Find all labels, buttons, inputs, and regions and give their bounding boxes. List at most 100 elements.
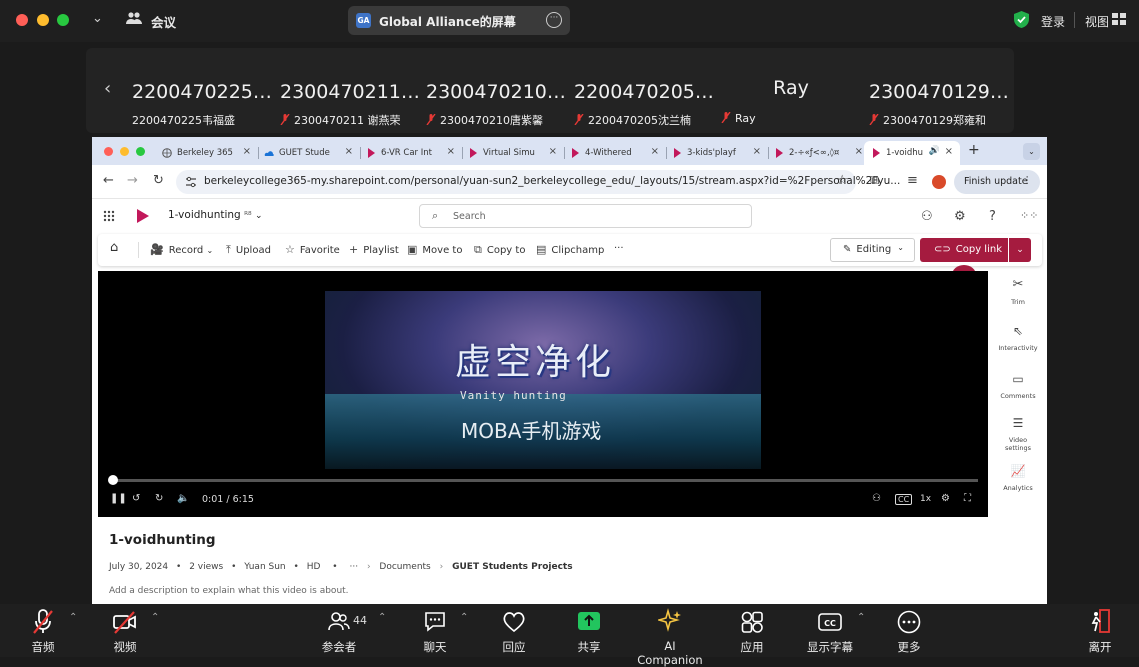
interactivity-button[interactable]: ⇖ Interactivity bbox=[989, 325, 1047, 352]
progress-handle[interactable] bbox=[108, 475, 118, 485]
browser-tab[interactable]: Berkeley 365 × bbox=[155, 141, 258, 165]
search-input[interactable]: ⌕ Search bbox=[419, 204, 752, 228]
react-button[interactable]: 回应 bbox=[499, 608, 529, 655]
breadcrumb-documents[interactable]: Documents bbox=[379, 562, 430, 572]
back-icon[interactable]: ← bbox=[103, 173, 114, 188]
speaker-icon[interactable]: 🔊 bbox=[929, 146, 940, 156]
playlist-button[interactable]: + Playlist bbox=[349, 243, 399, 256]
fullscreen-icon[interactable]: ⛶ bbox=[964, 493, 971, 504]
media-control-icon[interactable]: ≡ bbox=[907, 173, 918, 188]
apps-button[interactable]: 应用 bbox=[737, 608, 767, 655]
site-settings-icon[interactable] bbox=[185, 176, 197, 188]
trim-button[interactable]: ✂ Trim bbox=[989, 278, 1047, 306]
copy-link-button[interactable]: ⊂⊃ Copy link bbox=[920, 238, 1008, 262]
view-button[interactable]: 视图 bbox=[1085, 13, 1109, 30]
browser-tab[interactable]: 3-kids'playf × bbox=[665, 141, 768, 165]
breadcrumb-folder[interactable]: GUET Students Projects bbox=[452, 562, 572, 572]
captions-icon[interactable]: CC bbox=[895, 494, 913, 505]
comments-button[interactable]: ▭ Comments bbox=[989, 373, 1047, 400]
author-name[interactable]: Yuan Sun bbox=[244, 562, 285, 572]
stream-logo-icon[interactable] bbox=[136, 209, 149, 223]
app-launcher-icon[interactable] bbox=[103, 210, 115, 222]
playback-speed[interactable]: 1x bbox=[920, 494, 931, 504]
close-icon[interactable]: × bbox=[549, 146, 557, 157]
reload-icon[interactable]: ↻ bbox=[153, 173, 164, 188]
gear-icon[interactable]: ⚙ bbox=[941, 493, 950, 504]
editing-mode-button[interactable]: ✎ Editing ⌄ bbox=[830, 238, 915, 262]
more-options-icon[interactable]: ··· bbox=[614, 243, 624, 254]
close-window-button[interactable] bbox=[104, 147, 113, 156]
share-people-icon[interactable]: ⚇ bbox=[921, 209, 933, 224]
more-options-icon[interactable]: ··· bbox=[546, 12, 562, 28]
participant-tile[interactable]: Ray Ray bbox=[721, 48, 861, 133]
url-field[interactable]: berkeleycollege365-my.sharepoint.com/per… bbox=[176, 170, 900, 194]
share-options-dropdown[interactable]: ⌄ bbox=[1009, 238, 1031, 262]
video-player[interactable]: 虚空净化 Vanity hunting MOBA手机游戏 ❚❚ ↺ ↻ 🔈 0:… bbox=[98, 271, 988, 517]
chat-button[interactable]: 聊天 bbox=[420, 608, 450, 655]
close-icon[interactable]: × bbox=[651, 146, 659, 157]
chevron-down-icon[interactable]: ⌄ bbox=[255, 211, 263, 221]
bookmark-star-icon[interactable]: ☆ bbox=[836, 173, 848, 188]
chevron-down-icon[interactable]: ⌄ bbox=[92, 11, 103, 26]
chevron-up-icon[interactable]: ⌃ bbox=[378, 612, 386, 623]
file-title[interactable]: 1-voidhunting ᴿ⁸ ⌄ bbox=[168, 209, 263, 221]
volume-icon[interactable]: 🔈 bbox=[177, 493, 189, 504]
gear-icon[interactable]: ⚙ bbox=[954, 209, 966, 224]
clipchamp-button[interactable]: ▤ Clipchamp bbox=[536, 243, 604, 256]
chevron-up-icon[interactable]: ⌃ bbox=[460, 612, 468, 623]
copy-to-button[interactable]: ⧉ Copy to bbox=[474, 243, 525, 257]
rewind-10-icon[interactable]: ↺ bbox=[132, 493, 140, 504]
close-icon[interactable]: × bbox=[243, 146, 251, 157]
leave-meeting-button[interactable]: 离开 bbox=[1085, 608, 1115, 655]
analytics-button[interactable]: 📈 Analytics bbox=[989, 465, 1047, 492]
new-tab-button[interactable]: + bbox=[968, 142, 980, 158]
people-icon[interactable]: ⚇ bbox=[872, 493, 881, 504]
finish-update-button[interactable]: Finish update ⋮ bbox=[954, 170, 1040, 194]
more-options-icon[interactable]: ··· bbox=[349, 562, 358, 572]
help-icon[interactable]: ? bbox=[989, 209, 996, 224]
browser-tab[interactable]: Virtual Simu × bbox=[461, 141, 564, 165]
forward-10-icon[interactable]: ↻ bbox=[155, 493, 163, 504]
participant-tile[interactable]: 2200470225韦福盛 2200470225韦福盛 bbox=[132, 48, 272, 133]
video-button[interactable]: 视频 bbox=[107, 608, 143, 655]
tab-search-button[interactable]: ⌄ bbox=[1023, 143, 1040, 160]
browser-tab[interactable]: 2-÷«ƒ<∞,◊¤ × bbox=[767, 141, 870, 165]
move-to-button[interactable]: ▣ Move to bbox=[407, 243, 462, 256]
chevron-up-icon[interactable]: ⌃ bbox=[151, 612, 159, 623]
close-icon[interactable]: × bbox=[753, 146, 761, 157]
progress-bar[interactable] bbox=[110, 479, 978, 482]
close-icon[interactable]: × bbox=[855, 146, 863, 157]
upload-button[interactable]: ⤒ Upload bbox=[226, 243, 271, 257]
ai-companion-button[interactable]: AI Companion bbox=[630, 608, 710, 667]
share-screen-button[interactable]: 共享 bbox=[574, 608, 604, 655]
maximize-window-button[interactable] bbox=[136, 147, 145, 156]
close-icon[interactable]: × bbox=[345, 146, 353, 157]
extensions-icon[interactable]: ⧉ bbox=[870, 173, 879, 188]
more-button[interactable]: 更多 bbox=[894, 608, 924, 655]
minimize-window-button[interactable] bbox=[37, 14, 49, 26]
chevron-up-icon[interactable]: ⌃ bbox=[857, 612, 865, 623]
participant-tile[interactable]: 2300470211 谢燕荣 2300470211 谢燕荣 bbox=[280, 48, 420, 133]
home-icon[interactable]: ⌂ bbox=[110, 240, 118, 255]
participant-tile[interactable]: 2300470210唐紫馨 2300470210唐紫馨 bbox=[426, 48, 566, 133]
browser-tab[interactable]: 6-VR Car Int × bbox=[359, 141, 462, 165]
audio-button[interactable]: 音频 bbox=[25, 608, 61, 655]
grid-view-icon[interactable] bbox=[1112, 13, 1126, 25]
description-field[interactable]: Add a description to explain what this v… bbox=[109, 586, 349, 596]
participant-tile[interactable]: 2300470129郑雍和 2300470129郑雍和 bbox=[869, 48, 1009, 133]
pause-icon[interactable]: ❚❚ bbox=[110, 493, 127, 504]
screen-share-indicator[interactable]: GA Global Alliance的屏幕 ··· bbox=[348, 6, 570, 35]
browser-tab-active[interactable]: 1-voidhu 🔊 × bbox=[864, 141, 960, 165]
favorite-button[interactable]: ☆ Favorite bbox=[285, 243, 340, 256]
video-settings-button[interactable]: ☰ Video settings bbox=[998, 417, 1038, 452]
meeting-label[interactable]: 会议 bbox=[151, 12, 176, 31]
participant-tile[interactable]: 2200470205沈兰楠 2200470205沈兰楠 bbox=[574, 48, 714, 133]
record-button[interactable]: 🎥 Record ⌄ bbox=[150, 243, 213, 256]
close-icon[interactable]: × bbox=[447, 146, 455, 157]
chevron-up-icon[interactable]: ⌃ bbox=[69, 612, 77, 623]
profile-avatar[interactable] bbox=[932, 175, 946, 189]
close-window-button[interactable] bbox=[16, 14, 28, 26]
maximize-window-button[interactable] bbox=[57, 14, 69, 26]
forward-icon[interactable]: → bbox=[127, 173, 138, 188]
security-shield-icon[interactable] bbox=[1014, 11, 1029, 28]
